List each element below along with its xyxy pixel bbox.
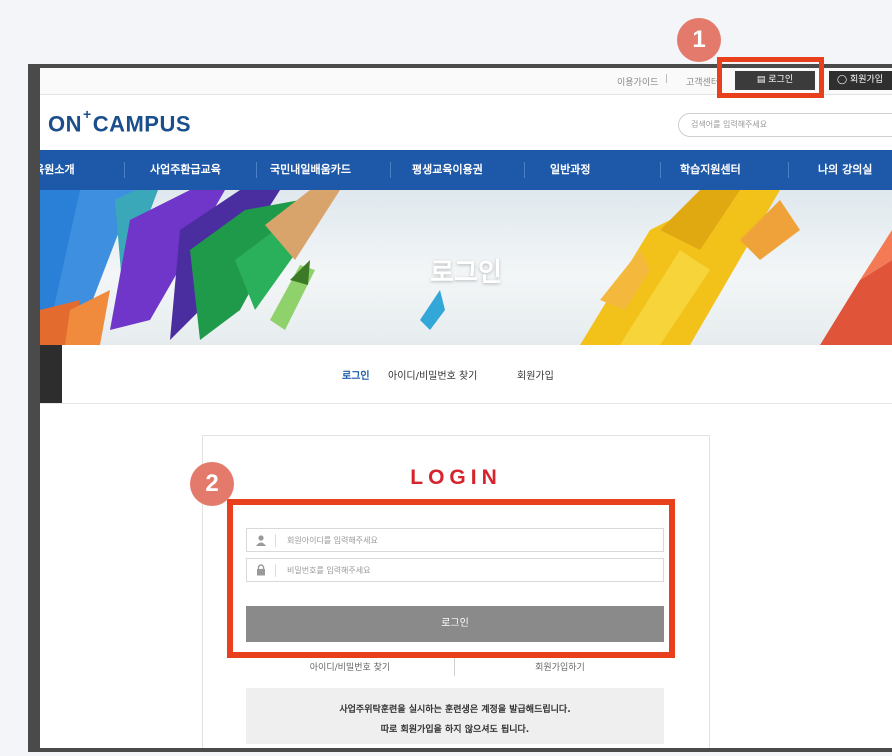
sub-tabs: 로그인 아이디/비밀번호 찾기 회원가입	[40, 345, 892, 404]
tab-login[interactable]: 로그인	[342, 367, 370, 382]
step-badge-2: 2	[190, 462, 234, 506]
nav-item-general-course[interactable]: 일반과정	[550, 150, 590, 190]
tab-join[interactable]: 회원가입	[517, 367, 554, 382]
nav-item-my-classroom[interactable]: 나의 강의실	[818, 150, 872, 190]
login-heading: LOGIN	[410, 466, 502, 489]
highlight-box-login-form	[227, 499, 675, 658]
customer-center-link[interactable]: 고객센터	[686, 75, 719, 88]
logo-text-campus: CAMPUS	[92, 111, 192, 137]
nav-item-employer-refund[interactable]: 사업주환급교육	[150, 150, 221, 190]
nav-divider	[524, 162, 525, 178]
step-badge-1: 1	[677, 18, 721, 62]
nav-divider	[124, 162, 125, 178]
notice-line-2: 따로 회원가입을 하지 않으셔도 됩니다.	[380, 725, 530, 735]
top-join-button[interactable]: ◯ 회원가입	[829, 71, 892, 90]
nav-item-lifelong-voucher[interactable]: 평생교육이용권	[412, 150, 483, 190]
highlight-box-login-button	[717, 57, 824, 98]
nav-divider	[256, 162, 257, 178]
search-placeholder: 검색어를 입력해주세요	[691, 120, 768, 129]
link-divider	[454, 658, 455, 676]
top-join-label: 회원가입	[849, 75, 884, 85]
nav-divider	[390, 162, 391, 178]
nav-divider	[660, 162, 661, 178]
nav-item-about[interactable]: 교육원소개	[40, 150, 75, 190]
account-links: 아이디/비밀번호 찾기 회원가입하기	[246, 658, 664, 676]
side-tab-block	[40, 345, 62, 403]
search-input[interactable]: 검색어를 입력해주세요	[678, 113, 892, 137]
guide-link[interactable]: 이용가이드	[617, 75, 658, 88]
notice-line-1: 사업주위탁훈련을 실시하는 훈련생은 계정을 발급해드립니다.	[339, 705, 571, 715]
find-id-password-link[interactable]: 아이디/비밀번호 찾기	[246, 660, 454, 673]
banner-title: 로그인	[430, 258, 502, 288]
nav-item-tomorrow-card[interactable]: 국민내일배움카드	[270, 150, 351, 190]
notice-box: 사업주위탁훈련을 실시하는 훈련생은 계정을 발급해드립니다. 따로 회원가입을…	[246, 688, 664, 744]
logo-plus: +	[83, 106, 92, 122]
user-icon: ◯	[837, 75, 848, 85]
logo-text-on: ON	[48, 111, 82, 137]
join-link[interactable]: 회원가입하기	[456, 660, 664, 673]
tab-find-account[interactable]: 아이디/비밀번호 찾기	[388, 367, 477, 382]
nav-item-learning-support[interactable]: 학습지원센터	[680, 150, 741, 190]
oncampus-logo[interactable]: ON+CAMPUS	[48, 106, 192, 137]
page-banner: 로그인	[40, 190, 892, 345]
main-nav: 교육원소개 사업주환급교육 국민내일배움카드 평생교육이용권 일반과정 학습지원…	[40, 150, 892, 190]
utility-separator: |	[665, 74, 669, 84]
nav-divider	[788, 162, 789, 178]
